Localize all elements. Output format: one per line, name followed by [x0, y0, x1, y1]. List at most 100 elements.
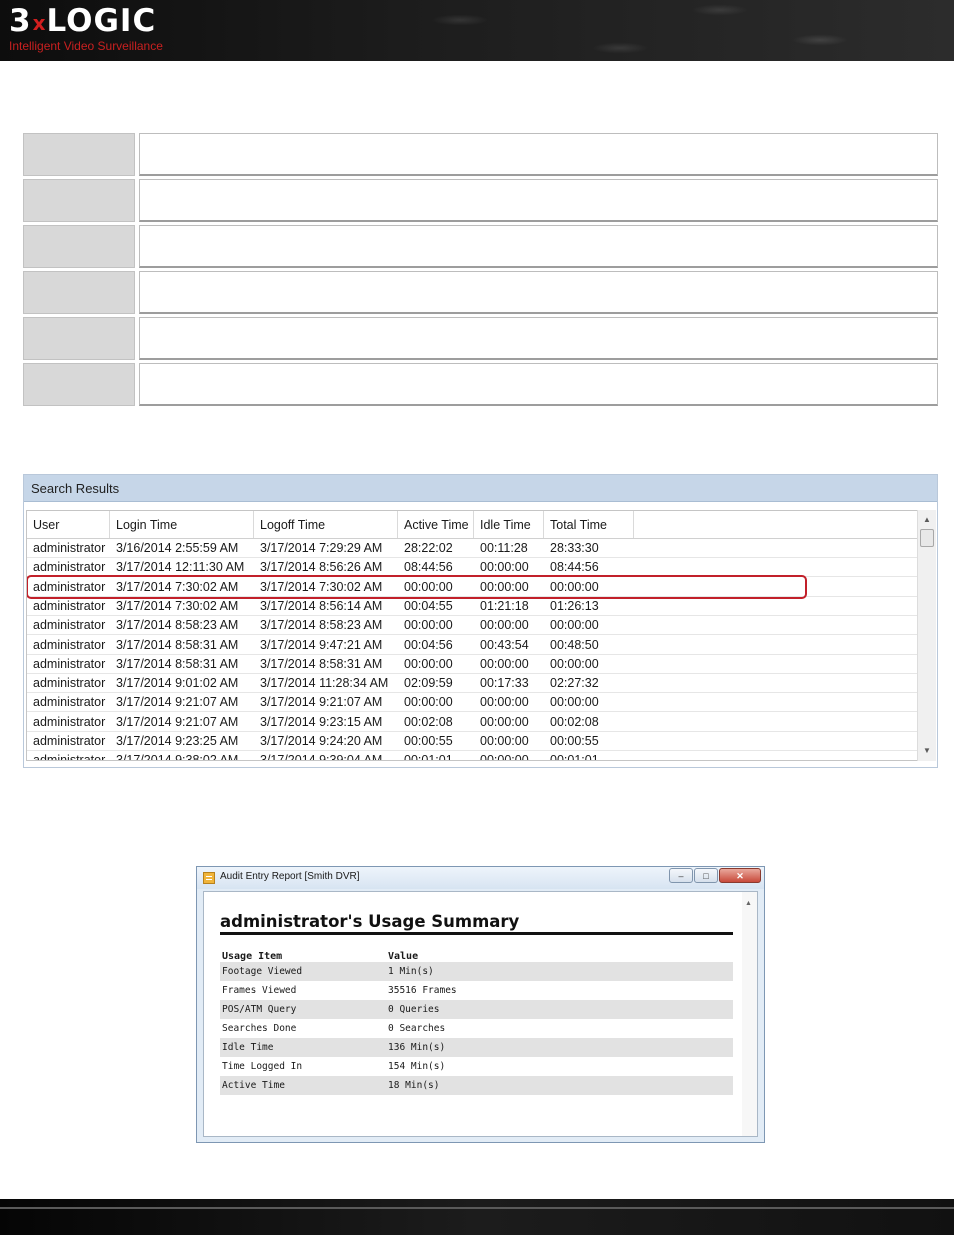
table-cell: 00:02:08: [404, 714, 453, 729]
row-label-cell: [23, 179, 135, 222]
table-cell: 3/16/2014 2:55:59 AM: [116, 541, 239, 555]
search-results-panel: Search Results User Login Time Logoff Time…: [23, 474, 938, 768]
scroll-up-icon[interactable]: ▲: [745, 900, 752, 907]
close-button[interactable]: ✕: [719, 868, 761, 883]
table-cell: 00:00:55: [550, 734, 599, 748]
table-cell: 00:04:55: [404, 598, 453, 613]
usage-row: Frames Viewed 35516 Frames: [220, 981, 733, 1000]
usage-item: Frames Viewed: [222, 985, 297, 996]
usage-value: 35516 Frames: [388, 985, 457, 996]
table-cell: 01:21:18: [480, 598, 529, 613]
search-results-title: Search Results: [31, 481, 120, 496]
table-row[interactable]: administrator 3/16/2014 2:55:59 AM 3/17/20…: [27, 539, 918, 558]
table-row[interactable]: administrator 3/17/2014 8:58:23 AM 3/17/20…: [27, 616, 918, 636]
column-header[interactable]: User: [27, 511, 110, 538]
grid-header: User Login Time Logoff Time Active Time Idle…: [27, 511, 918, 539]
table-cell: administrator: [33, 541, 106, 555]
scroll-down-icon[interactable]: ▼: [918, 743, 936, 759]
table-cell: 3/17/2014 9:21:07 AM: [116, 695, 239, 710]
header-banner: 3 x LOGIC Intelligent Video Surveillance: [0, 0, 954, 61]
scroll-up-icon[interactable]: ▲: [918, 512, 936, 528]
usage-row: Idle Time 136 Min(s): [220, 1038, 733, 1057]
usage-row: Footage Viewed 1 Min(s): [220, 962, 733, 981]
table-cell: 00:00:00: [480, 734, 529, 748]
table-cell: 3/17/2014 9:21:07 AM: [260, 695, 383, 710]
usage-row: Time Logged In 154 Min(s): [220, 1057, 733, 1076]
column-header[interactable]: Idle Time: [474, 511, 544, 538]
window-titlebar[interactable]: Audit Entry Report [Smith DVR] ‒ □ ✕: [197, 867, 764, 889]
table-row[interactable]: administrator 3/17/2014 9:21:07 AM 3/17/20…: [27, 713, 918, 732]
table-cell: administrator: [33, 676, 106, 691]
table-row[interactable]: administrator 3/17/2014 7:30:02 AM 3/17/20…: [27, 597, 918, 616]
usage-row: Searches Done 0 Searches: [220, 1019, 733, 1038]
table-cell: 3/17/2014 8:58:31 AM: [116, 637, 239, 652]
table-cell: 00:00:00: [404, 618, 453, 633]
maximize-button[interactable]: □: [694, 868, 718, 883]
table-row: [23, 317, 938, 360]
footer-line: [0, 1207, 954, 1209]
table-cell: 3/17/2014 7:30:02 AM: [116, 598, 239, 613]
table-row: [23, 363, 938, 406]
table-row[interactable]: administrator 3/17/2014 9:23:25 AM 3/17/20…: [27, 732, 918, 751]
report-scrollbar[interactable]: ▲: [742, 892, 757, 1136]
row-label-cell: [23, 133, 135, 176]
usage-value: 18 Min(s): [388, 1080, 440, 1091]
scroll-thumb[interactable]: [920, 529, 934, 547]
usage-item: Active Time: [222, 1080, 285, 1091]
minimize-button[interactable]: ‒: [669, 868, 693, 883]
table-cell: 00:01:01: [404, 753, 453, 761]
table-row[interactable]: administrator 3/17/2014 9:21:07 AM 3/17/20…: [27, 693, 918, 713]
row-label-cell: [23, 271, 135, 314]
grid-scrollbar[interactable]: ▲ ▼: [917, 510, 936, 761]
table-cell: 00:04:56: [404, 637, 453, 652]
usage-item: Searches Done: [222, 1023, 297, 1034]
row-value-cell: [139, 271, 938, 314]
table-cell: 00:02:08: [550, 714, 599, 729]
table-cell: 02:09:59: [404, 676, 453, 691]
row-value-cell: [139, 225, 938, 268]
column-header[interactable]: Logoff Time: [254, 511, 398, 538]
usage-row: POS/ATM Query 0 Queries: [220, 1000, 733, 1019]
table-cell: 3/17/2014 11:28:34 AM: [260, 676, 389, 691]
table-cell: 3/17/2014 9:21:07 AM: [116, 714, 239, 729]
table-cell: 3/17/2014 9:39:04 AM: [260, 753, 383, 761]
table-cell: administrator: [33, 695, 106, 710]
table-cell: 3/17/2014 9:24:20 AM: [260, 734, 383, 748]
table-row[interactable]: administrator 3/17/2014 8:58:31 AM 3/17/20…: [27, 636, 918, 655]
table-cell: 3/17/2014 9:01:02 AM: [116, 676, 239, 691]
highlighted-row-outline: [27, 575, 807, 599]
table-cell: 3/17/2014 8:58:31 AM: [260, 656, 383, 671]
usage-value: 0 Searches: [388, 1023, 446, 1034]
search-results-header: Search Results: [24, 475, 937, 502]
table-cell: 00:00:00: [550, 618, 599, 633]
column-header[interactable]: Login Time: [110, 511, 254, 538]
table-cell: administrator: [33, 734, 106, 748]
table-cell: 00:00:00: [480, 714, 529, 729]
table-cell: 3/17/2014 9:23:25 AM: [116, 734, 239, 748]
table-cell: 00:00:00: [550, 695, 599, 710]
table-row[interactable]: administrator 3/17/2014 9:38:02 AM 3/17/20…: [27, 751, 918, 761]
table-cell: 3/17/2014 8:58:23 AM: [260, 618, 383, 633]
column-header[interactable]: Active Time: [398, 511, 474, 538]
row-label-cell: [23, 363, 135, 406]
table-row: [23, 271, 938, 314]
table-row[interactable]: administrator 3/17/2014 9:01:02 AM 3/17/20…: [27, 674, 918, 694]
table-cell: administrator: [33, 753, 106, 761]
table-cell: 00:00:00: [480, 695, 529, 710]
column-header[interactable]: Total Time: [544, 511, 634, 538]
table-cell: administrator: [33, 637, 106, 652]
table-row[interactable]: administrator 3/17/2014 8:58:31 AM 3/17/20…: [27, 655, 918, 674]
table-row: [23, 133, 938, 176]
usage-value: 0 Queries: [388, 1004, 440, 1015]
table-cell: 3/17/2014 9:38:02 AM: [116, 753, 239, 761]
table-cell: 00:43:54: [480, 637, 529, 652]
table-cell: 00:00:00: [550, 656, 599, 671]
table-cell: 00:00:00: [404, 656, 453, 671]
table-cell: 02:27:32: [550, 676, 599, 691]
table-cell: 00:00:00: [404, 695, 453, 710]
tagline: Intelligent Video Surveillance: [9, 39, 163, 53]
report-title: administrator's Usage Summary: [220, 912, 520, 931]
table-cell: 3/17/2014 8:58:31 AM: [116, 656, 239, 671]
report-body: administrator's Usage Summary Usage Item…: [203, 891, 758, 1137]
table-cell: administrator: [33, 656, 106, 671]
